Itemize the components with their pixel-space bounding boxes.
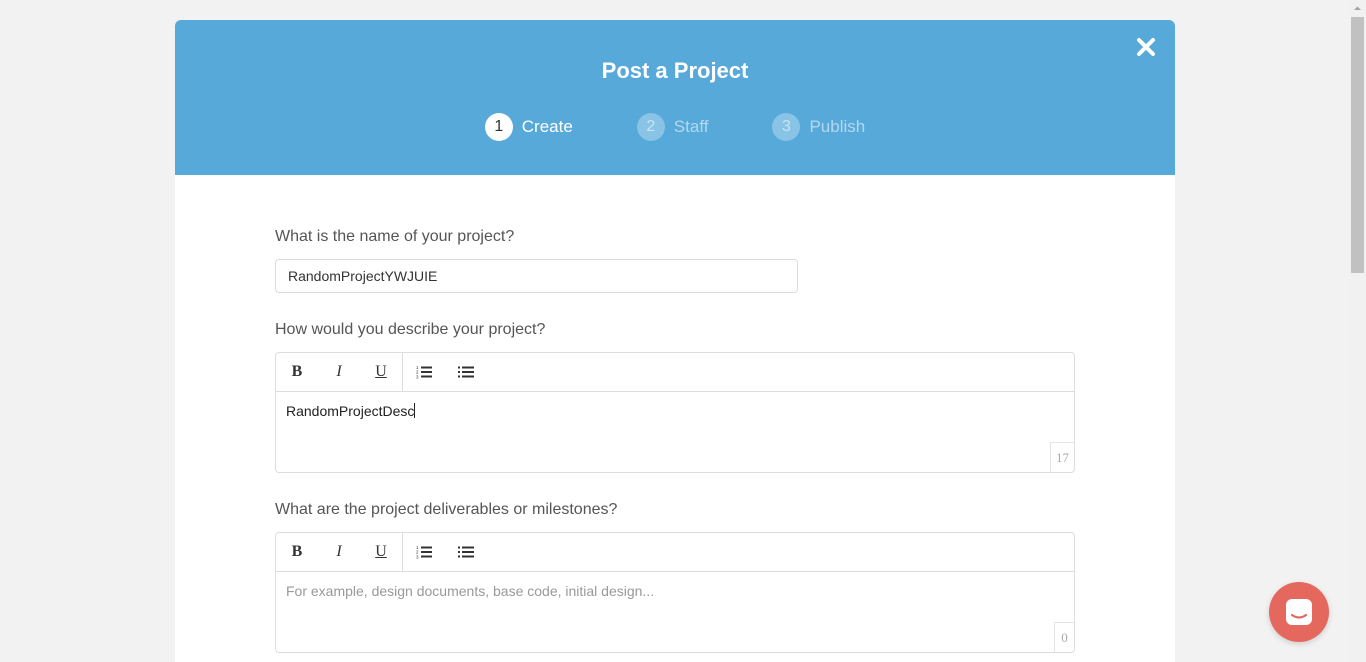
italic-button[interactable]: I <box>318 353 360 391</box>
bullet-list-icon[interactable] <box>445 533 487 571</box>
deliverables-toolbar: B I U 1 2 3 <box>276 533 1074 572</box>
deliverables-placeholder: For example, design documents, base code… <box>286 583 655 599</box>
stepper: 1 Create 2 Staff 3 Publish <box>175 113 1175 141</box>
project-name-input[interactable] <box>275 259 798 293</box>
modal-header: Post a Project 1 Create 2 Staff 3 Publis… <box>175 20 1175 175</box>
scrollbar-thumb[interactable] <box>1351 17 1364 273</box>
bold-button[interactable]: B <box>276 353 318 391</box>
character-counter: 0 <box>1054 622 1074 652</box>
scroll-up-arrow-icon[interactable] <box>1349 0 1366 17</box>
step-number: 3 <box>772 113 801 141</box>
close-icon[interactable] <box>1135 36 1157 58</box>
step-publish[interactable]: 3 Publish <box>772 113 865 141</box>
step-label: Publish <box>809 117 866 136</box>
character-counter: 17 <box>1050 442 1074 472</box>
step-label: Create <box>521 117 573 136</box>
underline-button[interactable]: U <box>360 353 402 391</box>
step-staff[interactable]: 2 Staff <box>636 113 709 141</box>
post-project-modal: Post a Project 1 Create 2 Staff 3 Publis… <box>175 20 1175 662</box>
svg-text:3: 3 <box>416 374 419 379</box>
chat-launcher-button[interactable] <box>1269 582 1329 642</box>
bullet-list-icon[interactable] <box>445 353 487 391</box>
deliverables-text-area[interactable]: For example, design documents, base code… <box>276 572 1074 652</box>
project-description-label: How would you describe your project? <box>275 321 546 338</box>
underline-button[interactable]: U <box>360 533 402 571</box>
bold-button[interactable]: B <box>276 533 318 571</box>
description-toolbar: B I U 1 2 3 <box>276 353 1074 392</box>
ordered-list-icon[interactable]: 1 2 3 <box>403 533 445 571</box>
description-text: RandomProjectDesc <box>286 403 415 419</box>
ordered-list-icon[interactable]: 1 2 3 <box>403 353 445 391</box>
step-label: Staff <box>673 117 709 136</box>
page-scrollbar[interactable] <box>1349 0 1366 662</box>
description-editor: B I U 1 2 3 RandomProjectDesc 17 <box>275 352 1075 473</box>
deliverables-label: What are the project deliverables or mil… <box>275 501 618 518</box>
text-caret <box>414 403 416 418</box>
description-text-area[interactable]: RandomProjectDesc 17 <box>276 392 1074 472</box>
step-create[interactable]: 1 Create <box>484 113 573 141</box>
step-number: 1 <box>484 113 513 141</box>
deliverables-editor: B I U 1 2 3 For example, design document… <box>275 532 1075 653</box>
step-number: 2 <box>636 113 665 141</box>
project-name-label: What is the name of your project? <box>275 228 515 245</box>
modal-title: Post a Project <box>601 58 749 83</box>
page: Post a Project 1 Create 2 Staff 3 Publis… <box>0 0 1366 662</box>
italic-button[interactable]: I <box>318 533 360 571</box>
svg-text:3: 3 <box>416 554 419 559</box>
chat-icon <box>1286 599 1312 625</box>
